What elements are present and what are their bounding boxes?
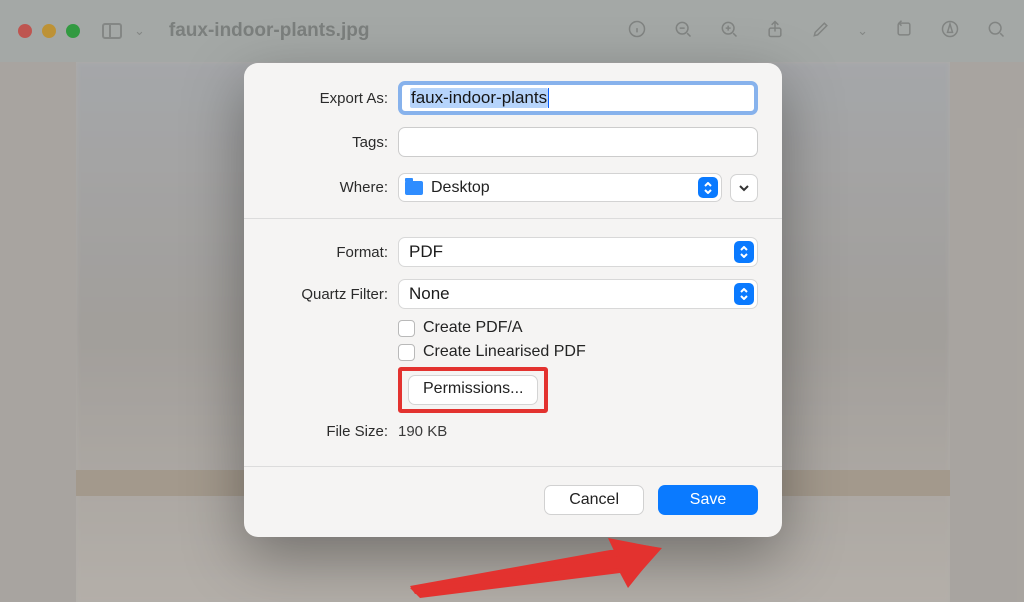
where-select[interactable]: Desktop — [398, 173, 722, 202]
format-select[interactable]: PDF — [398, 237, 758, 267]
save-button[interactable]: Save — [658, 485, 758, 515]
tags-label: Tags: — [268, 134, 398, 151]
export-as-label: Export As: — [268, 90, 398, 107]
quartz-filter-select[interactable]: None — [398, 279, 758, 309]
cancel-button[interactable]: Cancel — [544, 485, 644, 515]
create-pdfa-label: Create PDF/A — [423, 319, 523, 337]
create-pdfa-checkbox[interactable] — [398, 320, 415, 337]
format-label: Format: — [268, 244, 398, 261]
where-stepper-icon — [698, 177, 718, 198]
permissions-button[interactable]: Permissions... — [408, 375, 538, 405]
disclosure-button[interactable] — [730, 174, 758, 202]
divider — [244, 218, 782, 219]
annotation-highlight: Permissions... — [398, 367, 548, 413]
file-size-label: File Size: — [268, 423, 398, 440]
where-label: Where: — [268, 179, 398, 196]
export-dialog: Export As: faux-indoor-plants Tags: Wher… — [244, 63, 782, 537]
create-linearised-checkbox[interactable] — [398, 344, 415, 361]
quartz-filter-label: Quartz Filter: — [268, 286, 398, 303]
create-linearised-label: Create Linearised PDF — [423, 343, 586, 361]
tags-input[interactable] — [398, 127, 758, 157]
folder-icon — [405, 181, 423, 195]
format-stepper-icon — [734, 241, 754, 263]
export-as-input[interactable]: faux-indoor-plants — [398, 81, 758, 115]
file-size-value: 190 KB — [398, 423, 447, 440]
quartz-stepper-icon — [734, 283, 754, 305]
where-value: Desktop — [431, 179, 490, 197]
